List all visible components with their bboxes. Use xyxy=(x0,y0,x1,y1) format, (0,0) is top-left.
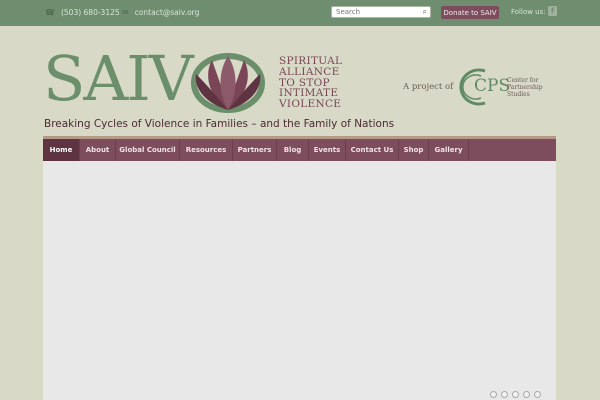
nav-item-shop[interactable]: Shop xyxy=(399,139,429,161)
mail-icon: ✉ xyxy=(122,8,129,17)
cps-logo-text[interactable]: CPS xyxy=(474,76,510,96)
slider-dot[interactable] xyxy=(523,391,530,398)
cps-subtitle-line: Partnership xyxy=(507,84,543,91)
saiv-logo-words: SPIRITUAL ALLIANCE TO STOP INTIMATE VIOL… xyxy=(279,56,342,110)
donate-button[interactable]: Donate to SAIV xyxy=(441,6,499,19)
cps-subtitle-line: Center for xyxy=(507,77,539,84)
phone-contact[interactable]: ☎ (503) 680-3125 xyxy=(45,8,120,17)
logo-word: ALLIANCE xyxy=(279,65,340,78)
slider-dot[interactable] xyxy=(501,391,508,398)
cps-subtitle-line: Studies xyxy=(507,91,530,98)
nav-item-resources[interactable]: Resources xyxy=(180,139,233,161)
search-icon[interactable]: ⌕ xyxy=(423,7,427,17)
hero-slider[interactable] xyxy=(43,161,556,400)
search-box: ⌕ xyxy=(331,6,431,18)
slider-dot[interactable] xyxy=(534,391,541,398)
facebook-icon[interactable]: f xyxy=(548,6,557,16)
nav-item-gallery[interactable]: Gallery xyxy=(429,139,469,161)
logo-word: VIOLENCE xyxy=(279,98,342,111)
nav-item-about[interactable]: About xyxy=(80,139,116,161)
nav-item-partners[interactable]: Partners xyxy=(233,139,277,161)
email-address: contact@saiv.org xyxy=(134,8,200,17)
cps-subtitle: Center for Partnership Studies xyxy=(507,77,543,98)
phone-icon: ☎ xyxy=(45,8,55,17)
nav-item-home[interactable]: Home xyxy=(43,139,80,161)
nav-item-events[interactable]: Events xyxy=(309,139,346,161)
nav-item-blog[interactable]: Blog xyxy=(277,139,309,161)
slider-dot[interactable] xyxy=(512,391,519,398)
project-of-label: A project of xyxy=(403,82,454,92)
slider-dot[interactable] xyxy=(490,391,497,398)
nav-item-global-council[interactable]: Global Council xyxy=(116,139,180,161)
top-bar: ☎ (503) 680-3125 ✉ contact@saiv.org ⌕ Do… xyxy=(0,0,600,26)
search-input[interactable] xyxy=(332,7,414,17)
saiv-logo-text[interactable]: SAIV xyxy=(43,48,194,110)
nav-item-contact-us[interactable]: Contact Us xyxy=(346,139,399,161)
slider-pagination xyxy=(490,391,541,398)
email-contact[interactable]: ✉ contact@saiv.org xyxy=(122,8,199,17)
saiv-logo-icon[interactable] xyxy=(188,52,268,114)
phone-number: (503) 680-3125 xyxy=(60,8,120,17)
follow-label: Follow us: xyxy=(511,8,546,16)
site-tagline: Breaking Cycles of Violence in Families … xyxy=(44,118,395,130)
main-nav: Home About Global Council Resources Part… xyxy=(43,139,556,161)
